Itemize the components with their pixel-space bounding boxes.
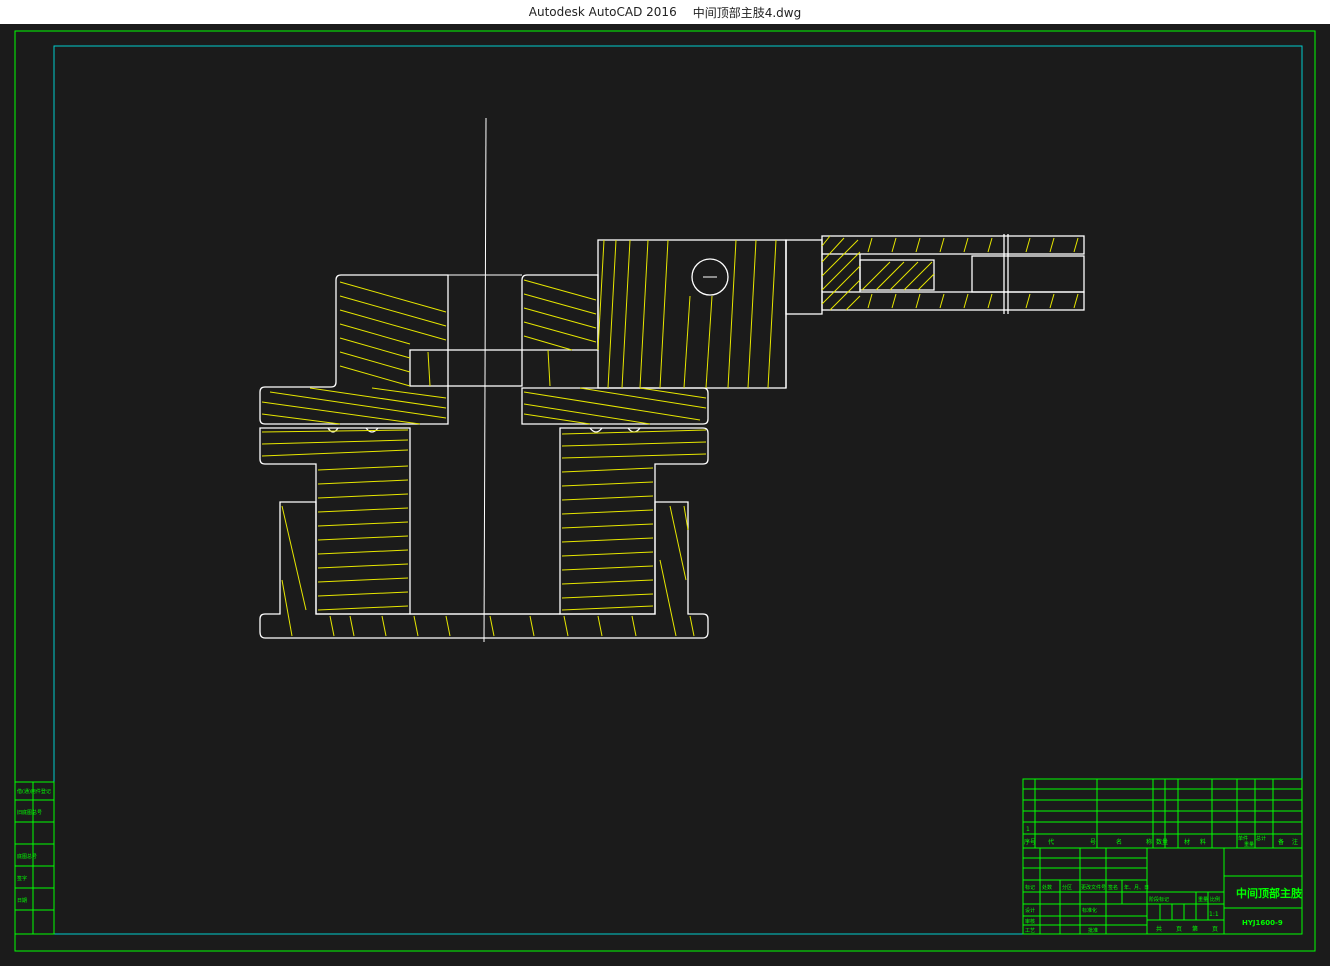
outer-frame <box>14 30 1316 952</box>
hdr-mat-2: 料 <box>1200 838 1206 846</box>
side-label-2: 旧底图总号 <box>17 809 42 816</box>
sheet-total-1: 共 <box>1156 925 1162 933</box>
file-name: 中间顶部主肢4.dwg <box>692 5 802 20</box>
drawing-canvas[interactable]: 借(通)用件登记 旧底图总号 底图总号 签字 日期 1 序号 代 号 名 称 数… <box>0 24 1330 966</box>
row-number: 1 <box>1026 826 1030 833</box>
hdr-remark-2: 注 <box>1292 838 1298 846</box>
rev-sign: 签名 <box>1108 884 1118 891</box>
sign-design: 设计 <box>1025 907 1035 914</box>
hdr-weight: 重量 <box>1244 841 1254 848</box>
hdr-total: 总计 <box>1256 835 1266 842</box>
hdr-code-2: 号 <box>1090 839 1096 846</box>
hdr-unit: 单件 <box>1238 835 1248 842</box>
scale-value: 1:1 <box>1209 911 1219 918</box>
side-label-4: 签字 <box>17 875 27 882</box>
stage-scale: 比例 <box>1210 896 1220 903</box>
sign-process: 工艺 <box>1025 928 1035 934</box>
side-label-1: 借(通)用件登记 <box>17 788 51 795</box>
inner-border <box>53 45 1303 935</box>
stage-weight: 重量 <box>1198 896 1208 903</box>
hdr-remark-1: 备 <box>1278 838 1284 846</box>
side-label-5: 日期 <box>17 898 27 904</box>
sign-standard: 标准化 <box>1082 907 1097 914</box>
hdr-name-2: 称 <box>1146 838 1152 846</box>
rev-mark: 标记 <box>1025 884 1035 891</box>
sheet-total-2: 页 <box>1176 926 1182 933</box>
center-line-vertical <box>483 117 487 643</box>
sign-approve: 批准 <box>1088 927 1098 934</box>
hdr-name-1: 名 <box>1116 838 1122 846</box>
hdr-qty: 数量 <box>1156 838 1168 846</box>
stage-mark: 阶段标记 <box>1149 896 1169 903</box>
side-label-3: 底图总号 <box>17 853 37 860</box>
title-block <box>1022 778 1303 935</box>
part-name: 中间顶部主肢 <box>1236 886 1303 900</box>
drawing-number: HYJ1600-9 <box>1242 919 1283 927</box>
sheet-no-2: 页 <box>1212 926 1218 933</box>
sign-review: 审核 <box>1025 918 1035 925</box>
hdr-seq: 序号 <box>1024 838 1036 846</box>
rev-count: 处数 <box>1042 884 1052 891</box>
hdr-mat-1: 材 <box>1184 838 1190 846</box>
rev-date: 年、月、日 <box>1124 884 1149 891</box>
hdr-code-1: 代 <box>1048 838 1054 846</box>
section-hatching <box>261 235 1079 637</box>
rev-zone: 分区 <box>1062 884 1072 891</box>
app-title: Autodesk AutoCAD 2016 <box>528 5 677 19</box>
sheet-no-1: 第 <box>1192 925 1198 933</box>
window-title-bar: Autodesk AutoCAD 2016 中间顶部主肢4.dwg <box>0 0 1330 24</box>
rev-doc: 更改文件号 <box>1081 884 1106 891</box>
